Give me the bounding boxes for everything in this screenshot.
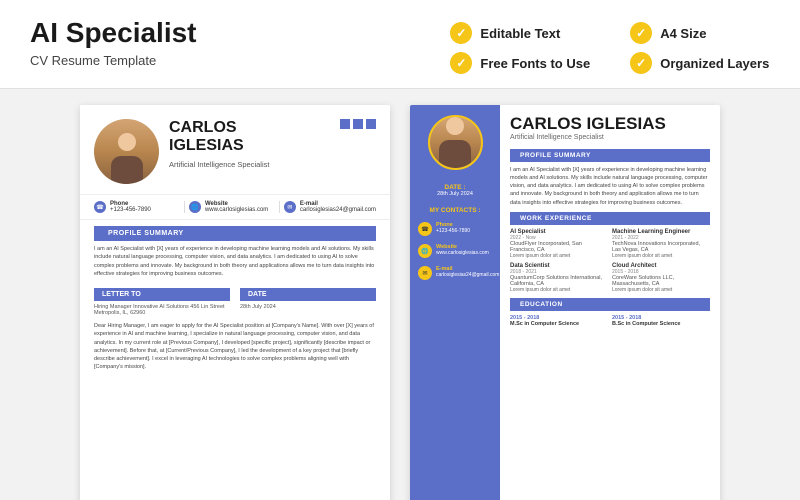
cv1-letter-label: LETTER TO bbox=[94, 288, 230, 301]
cv1-date-label: DATE bbox=[240, 288, 376, 301]
cv2-phone-icon: ☎ bbox=[418, 222, 432, 236]
page-container: AI Specialist CV Resume Template Editabl… bbox=[0, 0, 800, 500]
cv1-contact-bar: ☎ Phone +123-456-7890 🌐 Website www.carl… bbox=[80, 194, 390, 220]
cv2-email-value: carlosiglesias24@gmail.com bbox=[436, 272, 499, 279]
cv1-contact-website: 🌐 Website www.carlosiglesias.com bbox=[189, 201, 275, 213]
cv2-date-label: DATE : bbox=[444, 184, 465, 191]
header: AI Specialist CV Resume Template Editabl… bbox=[0, 0, 800, 89]
cv1-header: CARLOS IGLESIAS Artificial Intelligence … bbox=[80, 105, 390, 194]
cv1-letter-col: LETTER TO Hiring Manager Innovative AI S… bbox=[94, 288, 230, 316]
cv2-work-label: WORK EXPERIENCE bbox=[510, 212, 710, 225]
feature-label-fonts: Free Fonts to Use bbox=[480, 56, 590, 71]
cv2-work-entry-2: Machine Learning Engineer 2021 - 2022 Te… bbox=[612, 229, 710, 259]
cv1-divider-2 bbox=[279, 201, 280, 213]
cv1-letter-value: Hiring Manager Innovative AI Solutions 4… bbox=[94, 304, 230, 316]
cv1-square-2 bbox=[353, 119, 363, 129]
cv1-letter-date-row: LETTER TO Hiring Manager Innovative AI S… bbox=[80, 284, 390, 322]
cv2-layout: DATE : 28th July 2024 MY CONTACTS : ☎ Ph… bbox=[410, 105, 720, 500]
cv2-edu-degree-1: M.Sc in Computer Science bbox=[510, 321, 608, 327]
cv1-squares bbox=[340, 119, 376, 129]
check-icon-editable bbox=[450, 22, 472, 44]
check-icon-fonts bbox=[450, 52, 472, 74]
website-icon: 🌐 bbox=[189, 201, 201, 213]
cv2-work-desc-4: Lorem ipsum dolor sit amet bbox=[612, 287, 710, 293]
cv2-edu-entry-2: 2015 - 2018 B.Sc in Computer Science bbox=[612, 315, 710, 327]
header-left: AI Specialist CV Resume Template bbox=[30, 18, 197, 68]
cv1-name-line1: CARLOS bbox=[169, 119, 244, 137]
cv1-contact-email: ✉ E-mail carlosiglesias24@gmail.com bbox=[284, 201, 376, 213]
cv2-work-company-2: TechNova Innovations Incorporated, Las V… bbox=[612, 241, 710, 253]
cv2-work-entry-4: Cloud Architect 2015 - 2018 CoreWare Sol… bbox=[612, 263, 710, 293]
cv2-date-value: 28th July 2024 bbox=[437, 191, 473, 197]
cv2-work-grid: AI Specialist 2022 - Now CloudFlyer Inco… bbox=[510, 229, 710, 293]
cv2-email-entry: ✉ E-mail carlosiglesias24@gmail.com bbox=[418, 266, 492, 280]
cv1-square-3 bbox=[366, 119, 376, 129]
phone-icon: ☎ bbox=[94, 201, 106, 213]
cv2-main: CARLOS IGLESIAS Artificial Intelligence … bbox=[500, 105, 720, 500]
cv2-role: Artificial Intelligence Specialist bbox=[510, 134, 710, 141]
cv2-work-desc-2: Lorem ipsum dolor sit amet bbox=[612, 253, 710, 259]
cv2-profile-label: PROFILE SUMMARY bbox=[510, 149, 710, 162]
cv1-date-value: 28th July 2024 bbox=[240, 304, 376, 310]
cv2-edu-label: EDUCATION bbox=[510, 298, 710, 311]
cv2-work-company-3: QuantumCorp Solutions International, Cal… bbox=[510, 275, 608, 287]
cv-preview-2: DATE : 28th July 2024 MY CONTACTS : ☎ Ph… bbox=[410, 105, 720, 500]
cv2-phone-value: +123-456-7890 bbox=[436, 228, 470, 235]
cv2-contacts-label: MY CONTACTS : bbox=[429, 207, 480, 214]
cv1-date-col: DATE 28th July 2024 bbox=[240, 288, 376, 316]
cv2-work-desc-3: Lorem ipsum dolor sit amet bbox=[510, 287, 608, 293]
cv1-name-line2: IGLESIAS bbox=[169, 137, 244, 155]
header-features: Editable Text A4 Size Free Fonts to Use … bbox=[450, 18, 770, 74]
check-icon-layers bbox=[630, 52, 652, 74]
cv2-work-company-4: CoreWare Solutions LLC, Massachusetts, C… bbox=[612, 275, 710, 287]
phone-value: +123-456-7890 bbox=[110, 207, 151, 213]
cv1-name-area: CARLOS IGLESIAS Artificial Intelligence … bbox=[169, 119, 376, 169]
cv1-letter-text: Dear Hiring Manager, I am eager to apply… bbox=[80, 322, 390, 378]
cv2-photo bbox=[428, 115, 483, 170]
sub-title: CV Resume Template bbox=[30, 53, 197, 68]
cv2-work-entry-3: Data Scientist 2018 - 2021 QuantumCorp S… bbox=[510, 263, 608, 293]
cv2-phone-entry: ☎ Phone +123-456-7890 bbox=[418, 222, 492, 236]
main-title: AI Specialist bbox=[30, 18, 197, 49]
content-area: CARLOS IGLESIAS Artificial Intelligence … bbox=[0, 89, 800, 500]
cv1-profile-label: PROFILE SUMMARY bbox=[94, 226, 376, 241]
cv2-edu-degree-2: B.Sc in Computer Science bbox=[612, 321, 710, 327]
cv2-work-company-1: CloudFlyer Incorporated, San Francisco, … bbox=[510, 241, 608, 253]
cv2-website-value: www.carlosiglesias.com bbox=[436, 250, 489, 257]
email-icon: ✉ bbox=[284, 201, 296, 213]
feature-a4-size: A4 Size bbox=[630, 22, 770, 44]
feature-label-editable: Editable Text bbox=[480, 26, 560, 41]
cv2-work-entry-1: AI Specialist 2022 - Now CloudFlyer Inco… bbox=[510, 229, 608, 259]
cv1-square-1 bbox=[340, 119, 350, 129]
email-value: carlosiglesias24@gmail.com bbox=[300, 207, 376, 213]
feature-free-fonts: Free Fonts to Use bbox=[450, 52, 590, 74]
cv1-profile-text: I am an AI Specialist with [X] years of … bbox=[80, 245, 390, 284]
cv2-sidebar: DATE : 28th July 2024 MY CONTACTS : ☎ Ph… bbox=[410, 105, 500, 500]
cv1-divider-1 bbox=[184, 201, 185, 213]
cv2-website-entry: 🌐 Website www.carlosiglesias.com bbox=[418, 244, 492, 258]
cv2-edu-grid: 2015 - 2018 M.Sc in Computer Science 201… bbox=[510, 315, 710, 327]
cv2-email-icon: ✉ bbox=[418, 266, 432, 280]
cv-preview-1: CARLOS IGLESIAS Artificial Intelligence … bbox=[80, 105, 390, 500]
cv2-edu-entry-1: 2015 - 2018 M.Sc in Computer Science bbox=[510, 315, 608, 327]
cv1-photo bbox=[94, 119, 159, 184]
check-icon-a4 bbox=[630, 22, 652, 44]
cv2-work-desc-1: Lorem ipsum dolor sit amet bbox=[510, 253, 608, 259]
cv2-name: CARLOS IGLESIAS bbox=[510, 115, 710, 134]
cv1-role: Artificial Intelligence Specialist bbox=[169, 160, 376, 169]
cv2-profile-text: I am an AI Specialist with [X] years of … bbox=[510, 166, 710, 207]
feature-editable-text: Editable Text bbox=[450, 22, 590, 44]
cv1-contact-phone: ☎ Phone +123-456-7890 bbox=[94, 201, 180, 213]
website-value: www.carlosiglesias.com bbox=[205, 207, 268, 213]
cv2-website-icon: 🌐 bbox=[418, 244, 432, 258]
feature-label-layers: Organized Layers bbox=[660, 56, 769, 71]
feature-organized-layers: Organized Layers bbox=[630, 52, 770, 74]
feature-label-a4: A4 Size bbox=[660, 26, 706, 41]
